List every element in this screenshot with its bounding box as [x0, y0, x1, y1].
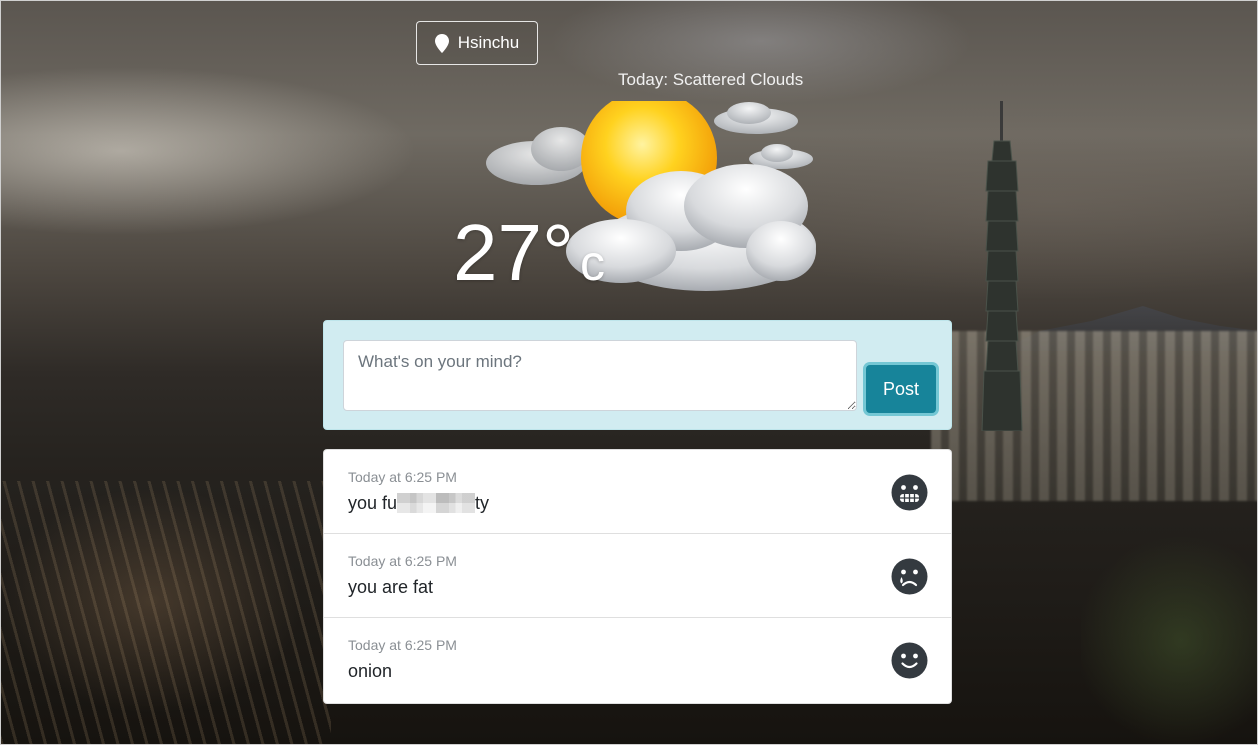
post-text: onion: [348, 661, 393, 681]
map-pin-icon: [434, 33, 449, 53]
temperature-unit: c: [579, 235, 605, 291]
temperature-value: 27°: [453, 208, 574, 297]
post-timestamp: Today at 6:25 PM: [348, 553, 457, 569]
post-timestamp: Today at 6:25 PM: [348, 637, 457, 653]
post-item: Today at 6:25 PM onion: [324, 618, 951, 703]
background-grass: [1, 481, 331, 744]
post-item: Today at 6:25 PM you fu ty: [324, 450, 951, 534]
location-button[interactable]: Hsinchu: [416, 21, 538, 65]
post-text-start: you fu: [348, 493, 398, 513]
grimace-face-icon: [891, 474, 928, 511]
post-item: Today at 6:25 PM you are fat: [324, 534, 951, 618]
page-background: Hsinchu Today: Scattered Clouds 27° c Wh…: [0, 0, 1258, 745]
temperature-display: 27° c: [453, 207, 605, 309]
post-timestamp: Today at 6:25 PM: [348, 469, 457, 485]
background-trees: [1081, 521, 1257, 744]
post-button[interactable]: Post: [866, 365, 936, 413]
sad-tear-face-icon: [891, 558, 928, 595]
smile-face-icon: [891, 642, 928, 679]
post-text: you are fat: [348, 577, 434, 597]
post-list: Today at 6:25 PM you fu ty Today at 6:25 …: [323, 449, 952, 704]
censored-block: [397, 493, 476, 513]
background-tower: [981, 101, 1023, 431]
weather-condition: Today: Scattered Clouds: [618, 70, 804, 89]
post-composer: Post: [323, 320, 952, 430]
location-city: Hsinchu: [457, 33, 520, 52]
post-text: you fu ty: [348, 492, 927, 514]
post-text-end: ty: [475, 493, 490, 513]
post-input[interactable]: [343, 340, 857, 411]
